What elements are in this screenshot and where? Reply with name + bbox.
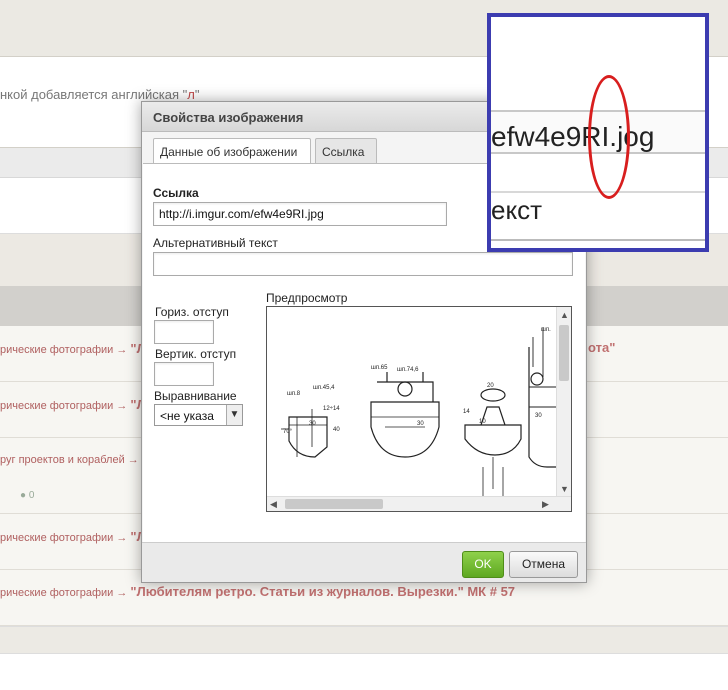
list-item-link[interactable]: рические фотографии → "Л xyxy=(0,341,146,356)
tab-link[interactable]: Ссылка xyxy=(315,138,377,164)
align-select[interactable]: <не указа ▼ xyxy=(154,404,243,426)
list-item-link[interactable]: руг проектов и кораблей → xyxy=(0,454,139,466)
image-preview: шп.8 шп.45,4 шп.65 шп.74,6 12÷14 30 40 7… xyxy=(266,306,572,512)
preview-horizontal-scrollbar[interactable]: ◀ ▶ xyxy=(267,496,571,511)
scrollbar-thumb[interactable] xyxy=(285,499,383,509)
page-footer-strip xyxy=(0,626,728,654)
align-label: Выравнивание xyxy=(154,389,237,403)
drawing-label: 14 xyxy=(463,409,470,415)
list-item-link[interactable]: рические фотографии → "Любителям ретро. … xyxy=(0,584,515,599)
preview-drawing: шп.8 шп.45,4 шп.65 шп.74,6 12÷14 30 40 7… xyxy=(281,327,557,497)
url-input[interactable] xyxy=(153,202,447,226)
superstructure-2 xyxy=(377,372,434,402)
drawing-label: 40 xyxy=(333,427,340,433)
drawing-label: шп.74,6 xyxy=(397,367,419,373)
preview-vertical-scrollbar[interactable]: ▲ ▼ xyxy=(556,307,571,497)
vspace-label: Вертик. отступ xyxy=(155,347,237,361)
hull-section-1 xyxy=(288,416,328,458)
editor-text: нкой добавляется английская "л" xyxy=(0,87,200,102)
ok-button[interactable]: OK xyxy=(462,551,504,578)
scroll-left-icon[interactable]: ◀ xyxy=(270,498,277,510)
tab-image-info[interactable]: Данные об изображении xyxy=(153,138,311,164)
alt-text-input[interactable] xyxy=(153,252,573,276)
scroll-down-icon[interactable]: ▼ xyxy=(560,483,569,495)
zoom-alt-text: екст xyxy=(491,195,543,225)
drawing-label: 20 xyxy=(487,383,494,389)
preview-label: Предпросмотр xyxy=(266,291,348,305)
chevron-down-icon[interactable]: ▼ xyxy=(226,405,242,425)
hspace-label: Гориз. отступ xyxy=(155,305,229,319)
drawing-label: 10 xyxy=(479,419,486,425)
drawing-label: шп.8 xyxy=(287,391,301,397)
highlight-ellipse xyxy=(588,75,630,199)
scrollbar-thumb[interactable] xyxy=(559,325,569,381)
alt-text-label: Альтернативный текст xyxy=(153,236,278,250)
list-item-link[interactable]: рические фотографии → "Л xyxy=(0,397,146,412)
list-item-title-tail[interactable]: ота" xyxy=(588,340,615,355)
url-label: Ссылка xyxy=(153,186,199,200)
hull-section-2 xyxy=(370,401,440,458)
hspace-input[interactable] xyxy=(154,320,214,344)
drawing-label: 30 xyxy=(309,421,316,427)
drawing-label: 30 xyxy=(417,421,424,427)
dialog-buttons: OK Отмена xyxy=(142,542,586,582)
drawing-label: шп.45,4 xyxy=(313,385,335,391)
zoom-inset: efw4e9RI.jog екст xyxy=(487,13,709,252)
hull-section-3 xyxy=(464,424,522,456)
drawing-label: шп. xyxy=(541,327,551,333)
drawing-label: 70° xyxy=(283,429,293,435)
cancel-button[interactable]: Отмена xyxy=(509,551,578,578)
scroll-up-icon[interactable]: ▲ xyxy=(560,309,569,321)
align-select-value: <не указа xyxy=(160,409,214,423)
list-item-link[interactable]: рические фотографии → "Л xyxy=(0,529,146,544)
drawing-label: 30 xyxy=(535,413,542,419)
drawing-label: шп.65 xyxy=(371,365,388,371)
scroll-right-icon[interactable]: ▶ xyxy=(542,498,549,510)
reply-counter: ● 0 xyxy=(20,490,35,501)
vspace-input[interactable] xyxy=(154,362,214,386)
drawing-label: 12÷14 xyxy=(323,406,340,412)
